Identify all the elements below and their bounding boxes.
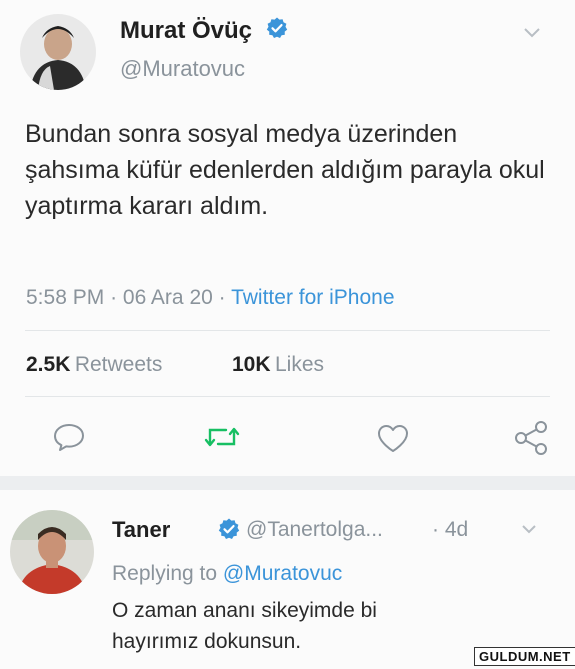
reply-age: · 4d	[432, 518, 468, 542]
tweet-meta: 5:58 PM · 06 Ara 20 · Twitter for iPhone	[26, 286, 395, 310]
likes-count[interactable]: 10K Likes	[232, 353, 324, 377]
likes-number: 10K	[232, 353, 271, 376]
author-handle[interactable]: @Muratovuc	[120, 56, 245, 82]
tweet-source-link[interactable]: Twitter for iPhone	[231, 286, 394, 309]
retweet-icon[interactable]	[202, 422, 242, 452]
divider	[25, 330, 550, 331]
tweet-text: Bundan sonra sosyal medya üzerinden şahs…	[25, 120, 545, 220]
tweet-time: 5:58 PM	[26, 286, 105, 309]
replying-to-link[interactable]: @Muratovuc	[223, 562, 342, 585]
likes-label: Likes	[274, 353, 325, 376]
author-name[interactable]: Murat Övüç	[120, 16, 289, 47]
meta-separator: ·	[110, 286, 123, 309]
divider	[25, 396, 550, 397]
age-separator: ·	[432, 518, 445, 541]
reply-author-name[interactable]: Taner	[112, 517, 170, 542]
tweet-date: 06 Ara 20	[122, 286, 213, 309]
chevron-down-icon[interactable]	[520, 524, 538, 536]
retweets-count[interactable]: 2.5K Retweets	[26, 353, 162, 377]
replying-to-line: Replying to @Muratovuc	[112, 562, 342, 586]
reply-header: Taner	[112, 517, 170, 543]
chevron-down-icon[interactable]	[522, 26, 542, 40]
retweets-number: 2.5K	[26, 353, 71, 376]
author-name-text[interactable]: Murat Övüç	[120, 17, 252, 44]
meta-separator: ·	[218, 286, 232, 309]
reply-age-value: 4d	[444, 518, 469, 541]
replying-to-prefix: Replying to	[112, 562, 218, 585]
reply-icon[interactable]	[52, 422, 86, 452]
share-icon[interactable]	[512, 420, 550, 456]
like-icon[interactable]	[375, 422, 411, 454]
verified-badge-icon	[265, 16, 289, 47]
verified-badge-icon	[217, 517, 241, 546]
section-separator	[0, 476, 575, 490]
author-avatar[interactable]	[20, 14, 96, 90]
watermark-logo: GULDUM.NET	[474, 647, 575, 666]
reply-author-avatar[interactable]	[10, 510, 94, 594]
reply-author-handle[interactable]: @Tanertolga...	[246, 518, 383, 542]
reply-text-line-1: O zaman ananı sikeyimde bi	[112, 599, 377, 622]
retweets-label: Retweets	[74, 353, 163, 376]
